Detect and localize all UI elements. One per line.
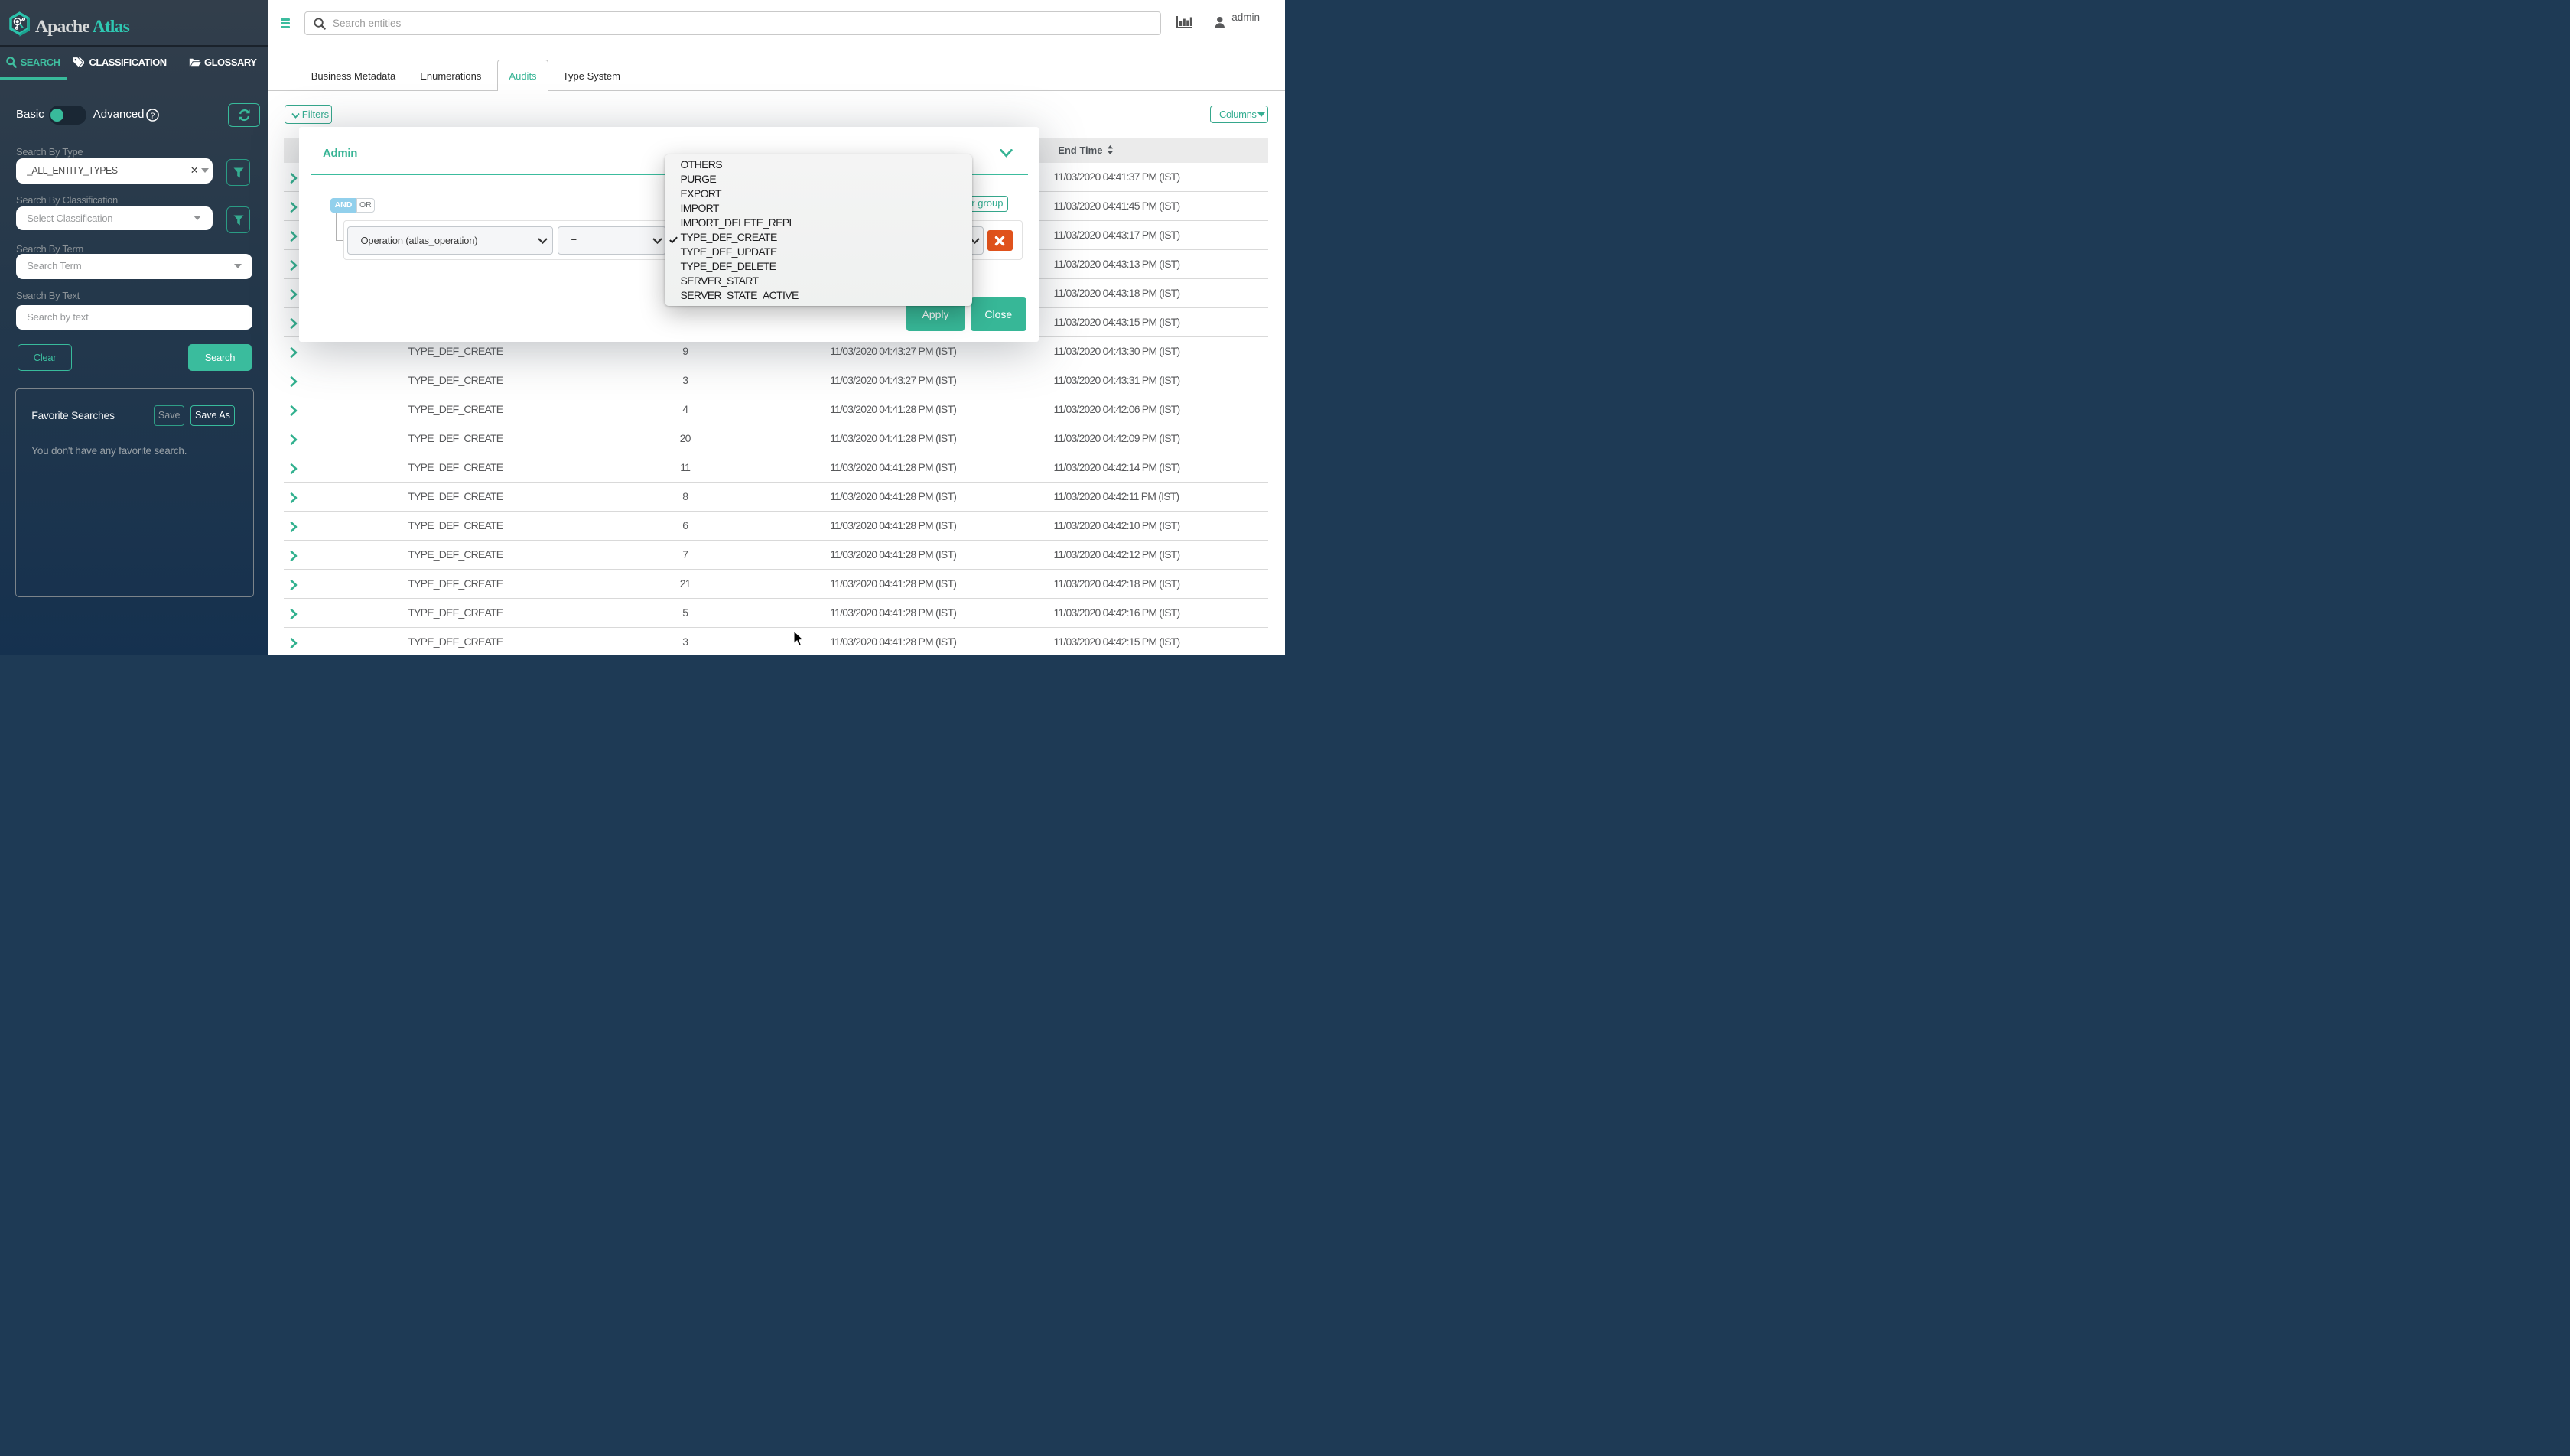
svg-text:?: ? xyxy=(150,112,155,120)
